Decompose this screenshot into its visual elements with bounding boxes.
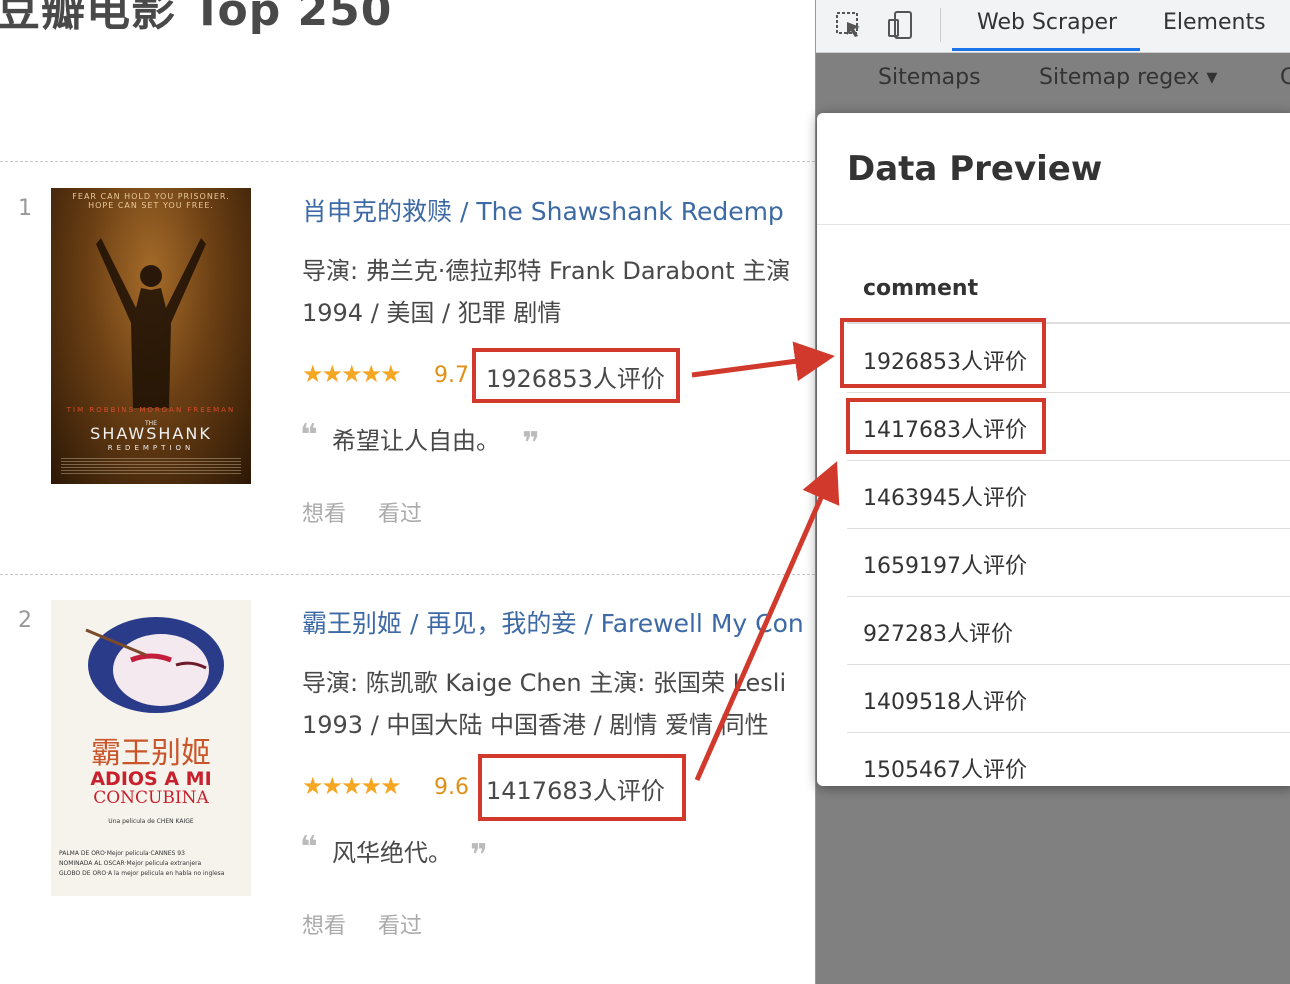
annotation-arrows: [691, 341, 840, 782]
arrow-2: [694, 461, 840, 782]
arrow-1: [691, 341, 835, 382]
